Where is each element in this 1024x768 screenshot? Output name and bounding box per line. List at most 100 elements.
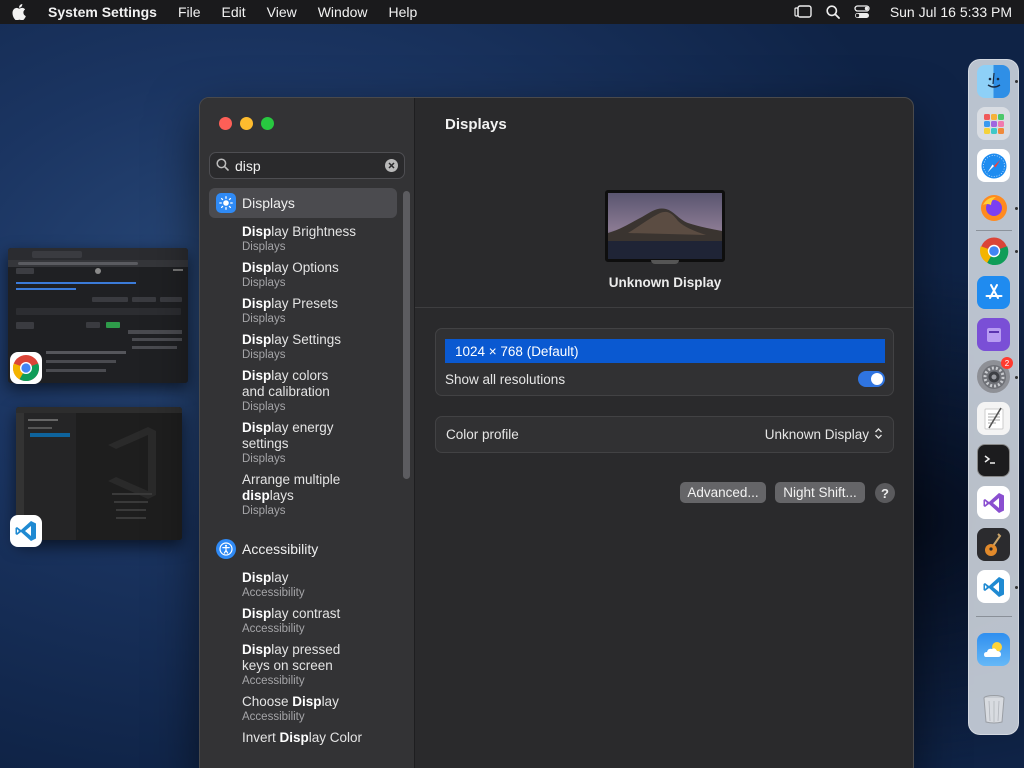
result-group-accessibility[interactable]: Accessibility [209,534,397,564]
result-title: Display Presets [242,296,339,311]
dock-separator [976,616,1012,617]
help-button[interactable]: ? [875,483,895,503]
menu-view[interactable]: View [267,4,297,20]
result-display-brightness[interactable]: Display Brightness Displays [209,224,397,254]
vscode-running-dot [1015,586,1018,589]
result-subtitle: Displays [242,401,286,413]
system-settings-window: Displays Display Brightness Displays Dis… [199,97,914,768]
system-settings-icon[interactable]: 2 [977,357,1013,393]
textedit-icon[interactable] [977,402,1010,435]
menu-edit[interactable]: Edit [222,4,246,20]
result-title: Arrange multiple displays [242,472,341,503]
displays-sun-icon [216,193,236,213]
chrome-thumbnail-icon [10,352,42,384]
result-display-pressed-keys[interactable]: Display pressed keys on screen Accessibi… [209,642,359,688]
visual-studio-icon[interactable] [977,486,1010,519]
garageband-icon[interactable] [977,528,1010,561]
color-profile-label: Color profile [446,427,519,442]
result-group-displays[interactable]: Displays [209,188,397,218]
trash-icon[interactable] [977,692,1010,725]
close-window-button[interactable] [219,117,232,130]
color-profile-card: Color profile Unknown Display [435,416,894,453]
clear-search-icon[interactable] [385,159,398,172]
advanced-button[interactable]: Advanced... [680,482,766,503]
result-title: Display Options [242,260,339,275]
dock: 2 [968,59,1019,735]
result-title: Choose Display [242,694,339,709]
app-store-icon[interactable] [977,276,1010,309]
podcast-capture-app-icon[interactable] [977,318,1010,351]
resolution-option-selected[interactable]: 1024 × 768 (Default) [445,339,885,363]
accessibility-icon [216,539,236,559]
sidebar-scrollbar[interactable] [403,191,410,479]
control-center-icon[interactable] [854,5,870,19]
result-group-label: Displays [242,195,295,211]
result-subtitle: Displays [242,277,286,289]
firefox-running-dot [1015,207,1018,210]
launchpad-icon[interactable] [977,107,1010,140]
app-name-menu[interactable]: System Settings [48,4,157,20]
stage-manager-icon[interactable] [794,5,812,19]
result-title: Display contrast [242,606,341,621]
result-title: Display [242,570,289,585]
result-display-contrast[interactable]: Display contrast Accessibility [209,606,397,636]
displays-pane: Displays Unknown Display 1024 × 768 (Def… [415,98,913,768]
result-choose-display[interactable]: Choose Display Accessibility [209,694,397,724]
page-title: Displays [445,116,507,133]
search-input[interactable] [235,157,375,174]
night-shift-button[interactable]: Night Shift... [775,482,865,503]
system-settings-running-dot [1015,376,1018,379]
spotlight-search-icon[interactable] [826,5,840,19]
result-subtitle: Accessibility [242,587,305,599]
vscode-thumbnail-icon [10,515,42,547]
result-display-settings[interactable]: Display Settings Displays [209,332,397,362]
resolution-card: 1024 × 768 (Default) Show all resolution… [435,328,894,396]
safari-icon[interactable] [977,149,1010,182]
system-settings-badge: 2 [1001,357,1013,369]
window-controls [219,117,274,130]
weather-icon[interactable] [977,633,1010,666]
settings-search-field[interactable] [209,152,405,179]
show-all-resolutions-label: Show all resolutions [445,372,566,387]
menu-bar: System Settings File Edit View Window He… [0,0,1024,24]
result-subtitle: Displays [242,313,286,325]
result-display-presets[interactable]: Display Presets Displays [209,296,397,326]
section-divider [415,307,913,308]
apple-menu-icon[interactable] [12,4,32,20]
result-invert-display-color[interactable]: Invert Display Color [209,730,397,746]
search-icon [216,157,229,174]
color-profile-popup[interactable]: Unknown Display [765,427,883,443]
result-display-options[interactable]: Display Options Displays [209,260,397,290]
chrome-running-dot [1015,250,1018,253]
finder-running-dot [1015,80,1018,83]
menu-help[interactable]: Help [389,4,418,20]
result-subtitle: Accessibility [242,675,305,687]
result-subtitle: Accessibility [242,711,305,723]
menu-window[interactable]: Window [318,4,368,20]
display-preview-stand [651,260,679,264]
minimize-window-button[interactable] [240,117,253,130]
chrome-icon[interactable] [977,234,1010,267]
result-title: Display pressed keys on screen [242,642,341,673]
color-profile-value: Unknown Display [764,427,869,442]
chevron-updown-icon [874,427,883,443]
result-subtitle: Displays [242,349,286,361]
menubar-clock[interactable]: Sun Jul 16 5:33 PM [890,4,1012,20]
display-name-label[interactable]: Unknown Display [565,275,765,290]
show-all-resolutions-toggle[interactable] [858,371,885,387]
result-display-energy-settings[interactable]: Display energy settings Displays [209,420,339,466]
search-results-list: Displays Display Brightness Displays Dis… [209,188,397,746]
result-arrange-multiple-displays[interactable]: Arrange multiple displays Displays [209,472,359,518]
result-subtitle: Accessibility [242,623,305,635]
result-display-colors-calibration[interactable]: Display colors and calibration Displays [209,368,349,414]
terminal-icon[interactable] [977,444,1010,477]
finder-icon[interactable] [977,65,1010,98]
firefox-icon[interactable] [977,191,1010,224]
vscode-icon[interactable] [977,570,1010,603]
result-subtitle: Displays [242,505,286,517]
zoom-window-button[interactable] [261,117,274,130]
result-display-accessibility[interactable]: Display Accessibility [209,570,397,600]
menu-file[interactable]: File [178,4,201,20]
result-title: Invert Display Color [242,730,363,745]
result-title: Display energy settings [242,420,334,451]
